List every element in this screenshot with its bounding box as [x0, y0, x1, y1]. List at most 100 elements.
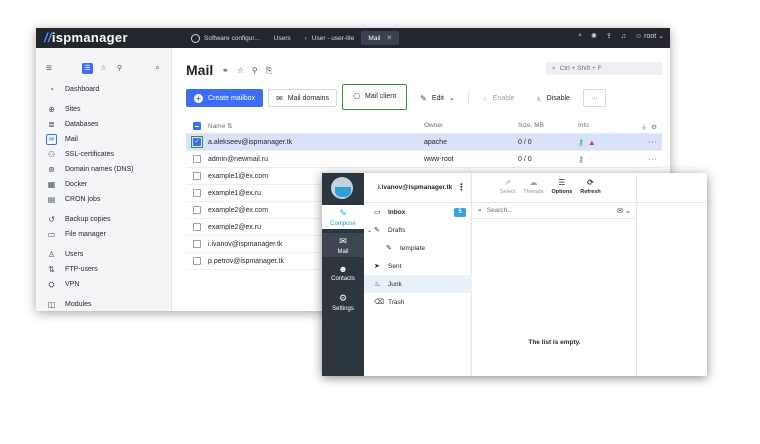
sidebar-header: ≡ ☰ ☆ ⚲ ⌕	[46, 62, 166, 74]
row-menu-button[interactable]: ···	[638, 156, 662, 163]
sidebar-item-mail[interactable]: ✉ Mail	[36, 132, 172, 147]
envelope-icon: ✉	[339, 236, 347, 246]
sidebar-item-dashboard[interactable]: ◔ Dashboard	[36, 82, 172, 97]
row-checkbox[interactable]	[193, 240, 201, 248]
tab-mail[interactable]: Mail ✕	[361, 31, 400, 45]
search-icon: ⌕	[478, 206, 482, 214]
folder-drafts[interactable]: ⌄ ✎ Drafts	[364, 221, 472, 239]
select-button[interactable]: ➚ Select	[500, 173, 515, 195]
roundcube-logo[interactable]	[331, 177, 353, 199]
warning-icon: ▲	[587, 137, 596, 147]
row-owner: apache	[424, 138, 447, 146]
enable-button[interactable]: ♁ Enable	[473, 89, 523, 107]
pin-icon[interactable]: ⚲	[114, 63, 125, 74]
folder-junk[interactable]: ♨ Junk	[364, 275, 472, 293]
edit-button[interactable]: ✎ Edit ⌄	[412, 89, 463, 107]
more-actions-button[interactable]: ···	[582, 89, 606, 107]
sidebar-item-modules[interactable]: ◫ Modules	[36, 297, 172, 311]
row-checkbox[interactable]: ✓	[193, 138, 201, 146]
select-all-checkbox[interactable]	[193, 121, 201, 130]
tab-software-configuration[interactable]: Software configur...	[184, 31, 267, 45]
row-checkbox[interactable]	[193, 189, 201, 197]
sidebar-item-sites[interactable]: ⊕ Sites	[36, 102, 172, 117]
top-icons: ⌕ ✺ ⇪ ♫ ☺ root ⌄	[578, 32, 664, 40]
list-view-icon[interactable]: ☰	[82, 62, 93, 74]
row-checkbox[interactable]	[193, 223, 201, 231]
tab-users[interactable]: Users	[267, 31, 298, 45]
nav-contacts[interactable]: ☻ Contacts	[322, 261, 364, 285]
search-input[interactable]: ⌕ Ctrl + Shift + F	[546, 62, 662, 75]
sidebar-item-file-manager[interactable]: ▭ File manager	[36, 227, 172, 242]
sidebar-item-databases[interactable]: ≣ Databases	[36, 117, 172, 132]
empty-list-message: The list is empty.	[528, 339, 581, 346]
tab-user-lite[interactable]: › User - user-lite	[298, 31, 362, 45]
menu-icon[interactable]: ≡	[46, 63, 52, 74]
export-icon[interactable]: ⎘	[266, 66, 272, 76]
chevron-down-icon[interactable]: ⌄	[367, 227, 372, 234]
column-info[interactable]: Info	[578, 122, 638, 129]
nav-mail[interactable]: ✉ Mail	[322, 233, 364, 257]
sidebar-item-users[interactable]: ♙ Users	[36, 247, 172, 262]
ispmanager-logo[interactable]: //ispmanager	[44, 30, 128, 45]
close-icon[interactable]: ✕	[386, 34, 392, 42]
options-button[interactable]: ☰ Options	[551, 173, 572, 195]
search-options[interactable]: ✉ ⌄	[617, 207, 631, 215]
sidebar-item-vpn[interactable]: ⛭ VPN	[36, 277, 172, 292]
row-checkbox[interactable]	[193, 155, 201, 163]
star-icon[interactable]: ☆	[98, 63, 109, 74]
edit-icon: ✎	[420, 93, 427, 103]
title-icons: ⚭ ☆ ⚲ ⎘	[222, 66, 272, 76]
user-menu[interactable]: ☺ root ⌄	[635, 32, 664, 40]
user-icon: ♙	[47, 250, 56, 259]
sidebar-search-icon[interactable]: ⌕	[156, 63, 160, 73]
clock-icon	[191, 33, 200, 43]
sidebar-item-docker[interactable]: ▦ Docker	[36, 177, 172, 192]
mail-search-input[interactable]: ⌕ Search... ✉ ⌄	[472, 203, 637, 219]
row-checkbox[interactable]	[193, 257, 201, 265]
nav-compose[interactable]: ✎ Compose	[322, 205, 364, 229]
refresh-button[interactable]: ⟳ Refresh	[580, 173, 600, 195]
globe-icon: ⊕	[48, 105, 55, 114]
sidebar-item-dns[interactable]: ⊛ Domain names (DNS)	[36, 162, 172, 177]
nav-settings[interactable]: ⚙ Settings	[322, 290, 364, 314]
export-icon[interactable]: ⇪	[606, 32, 612, 40]
threads-button[interactable]: ☁ Threads	[523, 173, 543, 195]
folder-trash[interactable]: ⌫ Trash	[364, 293, 472, 311]
options-icon: ☰	[558, 178, 566, 187]
disable-button[interactable]: ♁ Disable	[527, 89, 578, 107]
folder-sent[interactable]: ➤ Sent	[364, 257, 472, 275]
envelope-icon: ✉	[617, 207, 624, 215]
row-checkbox[interactable]	[193, 206, 201, 214]
table-row[interactable]: admin@newmail.ru www-root 0 / 0 ⚷ ···	[186, 151, 662, 168]
account-menu-icon[interactable]: ⋮	[457, 182, 466, 193]
row-checkbox-highlight: ✓	[191, 136, 203, 148]
account-header: i.ivanov@ispmanager.tk ⋮	[364, 173, 472, 203]
search-icon[interactable]: ⌕	[578, 32, 582, 40]
row-menu-button[interactable]: ···	[638, 139, 662, 146]
sidebar-item-ftp[interactable]: ⇅ FTP-users	[36, 262, 172, 277]
row-checkbox[interactable]	[193, 172, 201, 180]
pin-icon[interactable]: ⚲	[252, 66, 258, 76]
mail-domains-button[interactable]: ✉ Mail domains	[268, 89, 338, 107]
refresh-icon: ⟳	[587, 178, 594, 187]
link-icon[interactable]: ⚭	[222, 66, 229, 76]
sidebar-item-backup[interactable]: ↺ Backup copies	[36, 212, 172, 227]
star-icon[interactable]: ☆	[237, 66, 244, 76]
create-mailbox-button[interactable]: + Create mailbox	[186, 89, 264, 107]
mail-client-button[interactable]: ⎔ Mail client	[342, 83, 408, 110]
column-settings[interactable]: ⏚ ⚙	[638, 121, 662, 131]
sidebar-item-ssl[interactable]: ⚇ SSL-certificates	[36, 147, 172, 162]
sidebar-item-cron[interactable]: ▤ CRON jobs	[36, 192, 172, 207]
column-name[interactable]: Name ⇅	[208, 122, 424, 130]
table-row[interactable]: ✓ a.alekseev@ispmanager.tk apache 0 / 0 …	[186, 134, 662, 151]
column-owner[interactable]: Owner	[424, 122, 518, 129]
column-size[interactable]: Size, MB	[518, 122, 578, 129]
folder-inbox[interactable]: ▭ Inbox 5	[364, 203, 472, 221]
folder-pane: i.ivanov@ispmanager.tk ⋮ ▭ Inbox 5 ⌄ ✎ Drafts…	[364, 173, 472, 376]
folder-template[interactable]: ✎ template	[364, 239, 472, 257]
bell-icon[interactable]: ♫	[621, 33, 626, 40]
trash-icon: ⌫	[374, 299, 384, 306]
folder-icon: ▭	[47, 230, 56, 239]
tab-bar: Software configur... Users › User - user-…	[184, 31, 400, 45]
bug-icon[interactable]: ✺	[591, 32, 597, 40]
